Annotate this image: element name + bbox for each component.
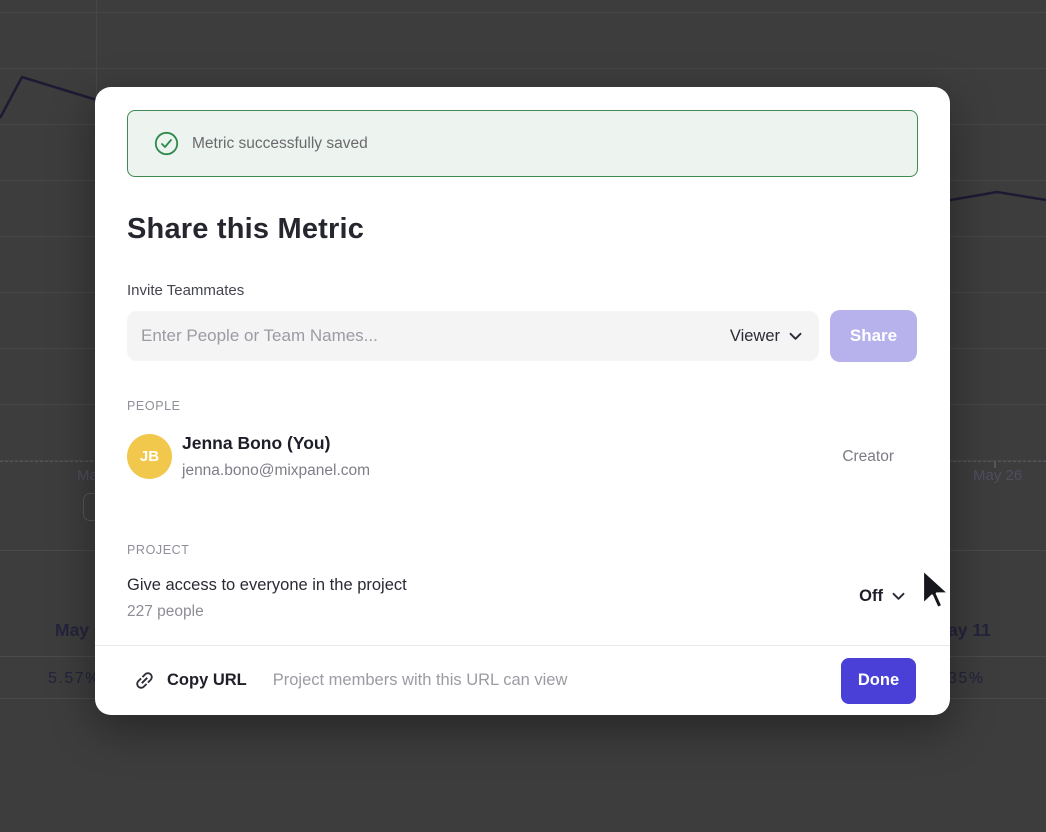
people-section-label: PEOPLE xyxy=(127,399,181,413)
copy-url-hint: Project members with this URL can view xyxy=(273,671,568,690)
project-people-count: 227 people xyxy=(127,603,204,621)
dialog-title: Share this Metric xyxy=(127,213,364,246)
invite-input[interactable] xyxy=(127,311,730,361)
success-banner: Metric successfully saved xyxy=(127,110,918,177)
project-section-label: PROJECT xyxy=(127,543,190,557)
project-access-value: Off xyxy=(859,587,883,606)
role-dropdown[interactable]: Viewer xyxy=(730,327,802,346)
table-value-right: 35% xyxy=(948,670,985,688)
invite-input-container[interactable]: Viewer xyxy=(127,311,819,361)
member-name: Jenna Bono (You) xyxy=(182,433,330,454)
share-metric-dialog: Metric successfully saved Share this Met… xyxy=(95,87,950,715)
avatar: JB xyxy=(127,434,172,479)
invite-teammates-label: Invite Teammates xyxy=(127,282,244,299)
member-email: jenna.bono@mixpanel.com xyxy=(182,462,370,480)
project-access-title: Give access to everyone in the project xyxy=(127,576,407,595)
done-button[interactable]: Done xyxy=(841,658,916,704)
success-banner-text: Metric successfully saved xyxy=(192,135,368,153)
chevron-down-icon xyxy=(789,332,802,341)
table-value-left: 5.57% xyxy=(48,670,101,688)
share-button[interactable]: Share xyxy=(830,310,917,362)
role-dropdown-value: Viewer xyxy=(730,327,780,346)
copy-url-button[interactable]: Copy URL xyxy=(167,671,247,690)
dialog-footer: Copy URL Project members with this URL c… xyxy=(95,646,950,715)
x-axis-label-right: May 26 xyxy=(973,467,1022,484)
link-icon[interactable] xyxy=(133,669,156,692)
screen: Ma May 26 1 May 5 ay 11 5.57% 35% Metric… xyxy=(0,0,1046,832)
table-date-header-right: ay 11 xyxy=(948,620,991,641)
member-role: Creator xyxy=(842,448,894,466)
chevron-down-icon xyxy=(892,592,905,601)
project-access-dropdown[interactable]: Off xyxy=(859,587,905,606)
check-circle-icon xyxy=(154,131,179,156)
